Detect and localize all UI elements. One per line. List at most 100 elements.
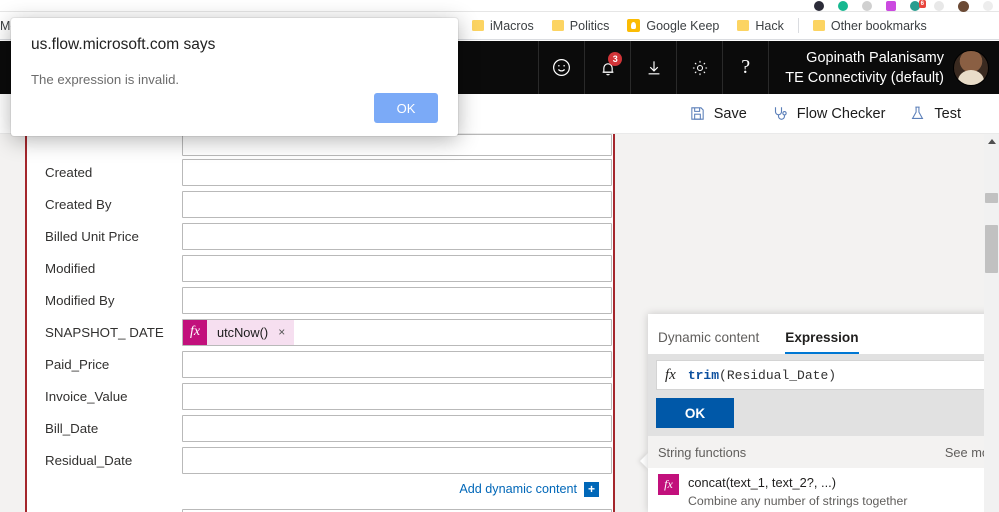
extension-icon-green[interactable] (838, 1, 848, 11)
page-scrollbar[interactable] (984, 134, 999, 512)
flow-checker-button[interactable]: Flow Checker (771, 105, 886, 123)
function-description-concat: Combine any number of strings together (688, 494, 908, 508)
form-row-modified: Modified (27, 252, 613, 284)
browser-profile-avatar[interactable] (958, 0, 969, 12)
expression-editor-area: fx trim(Residual_Date) OK (648, 354, 999, 436)
alert-title: us.flow.microsoft.com says (31, 36, 216, 53)
plus-icon[interactable]: + (584, 481, 599, 497)
settings-gear-icon[interactable] (676, 41, 722, 94)
test-button[interactable]: Test (909, 105, 961, 122)
field-input-modified[interactable] (182, 254, 612, 282)
bookmark-label: Politics (569, 18, 610, 33)
field-label-modified-by: Modified By (45, 292, 115, 308)
add-dynamic-content-row: Add dynamic content + (27, 476, 613, 502)
field-label-created-by: Created By (45, 196, 112, 212)
action-card: Created Created By Billed Unit Price Mod… (25, 134, 615, 512)
field-input-created-by[interactable] (182, 190, 612, 218)
bookmark-item-other-bookmarks[interactable]: Other bookmarks (804, 15, 936, 37)
bookmark-label: Hack (755, 18, 784, 33)
flow-checker-label: Flow Checker (796, 105, 886, 122)
tab-expression[interactable]: Expression (785, 330, 859, 354)
field-label-residual-date: Residual_Date (45, 452, 133, 468)
bookmark-item-hack[interactable]: Hack (728, 15, 792, 37)
form-row-invoice-value: Invoice_Value (27, 380, 613, 412)
field-input-created[interactable] (182, 158, 612, 186)
fx-icon: fx (658, 474, 679, 495)
form-row-bill-date: Bill_Date (27, 412, 613, 444)
folder-icon (551, 20, 564, 31)
fx-icon: fx (665, 366, 676, 383)
close-icon[interactable]: × (278, 325, 285, 339)
alert-ok-button[interactable]: OK (374, 93, 438, 123)
notifications-bell-icon[interactable]: 3 (584, 41, 630, 94)
form-row-created-by: Created By (27, 188, 613, 220)
test-label: Test (934, 105, 961, 122)
bookmark-item-politics[interactable]: Politics (543, 15, 619, 37)
browser-extension-strip: 6 (0, 0, 999, 12)
folder-icon (737, 20, 750, 31)
extension-icon-magenta[interactable] (886, 1, 896, 11)
notification-badge: 3 (608, 52, 623, 66)
download-icon[interactable] (630, 41, 676, 94)
scrollbar-thumb-secondary[interactable] (985, 225, 998, 273)
field-input-posting-date[interactable] (182, 508, 612, 512)
field-input-bill-date[interactable] (182, 414, 612, 442)
expression-function-args: (Residual_Date) (719, 367, 837, 383)
field-input-paid-price[interactable] (182, 350, 612, 378)
save-button[interactable]: Save (689, 105, 747, 122)
expression-input[interactable]: fx trim(Residual_Date) (656, 360, 991, 390)
extension-icon-dark[interactable] (814, 1, 824, 11)
javascript-alert-dialog: us.flow.microsoft.com says The expressio… (11, 18, 458, 136)
form-row-modified-by: Modified By (27, 284, 613, 316)
form-row-hidden (27, 134, 613, 156)
function-name-concat: concat(text_1, text_2?, ...) (688, 475, 836, 490)
action-card-fields: Created Created By Billed Unit Price Mod… (27, 134, 613, 512)
feedback-smiley-icon[interactable] (538, 41, 584, 94)
form-row-created: Created (27, 156, 613, 188)
flyout-tabs: Dynamic content Expression (648, 314, 999, 354)
field-input-residual-date[interactable] (182, 446, 612, 474)
field-input-billed-unit-price[interactable] (182, 222, 612, 250)
field-input-hidden[interactable] (182, 134, 612, 156)
string-functions-header: String functions See mo (648, 436, 999, 468)
function-list-item-concat[interactable]: fx concat(text_1, text_2?, ...) Combine … (648, 468, 999, 510)
extension-icon-grey[interactable] (862, 1, 872, 11)
expression-token-utcnow[interactable]: utcNow() × (207, 319, 295, 345)
field-label-billed-unit-price: Billed Unit Price (45, 228, 139, 244)
user-account-menu[interactable]: Gopinath Palanisamy TE Connectivity (def… (768, 41, 999, 94)
folder-icon (472, 20, 485, 31)
help-question-icon[interactable]: ? (722, 41, 768, 94)
extension-icon-pale[interactable] (934, 1, 944, 11)
bookmark-label: iMacros (490, 18, 534, 33)
form-row-paid-price: Paid_Price (27, 348, 613, 380)
avatar[interactable] (953, 49, 989, 86)
bookmark-label: Google Keep (646, 18, 720, 33)
save-label: Save (713, 105, 747, 122)
keep-icon (627, 19, 641, 32)
string-functions-title: String functions (658, 444, 747, 460)
bookmark-item-imacros[interactable]: iMacros (463, 15, 543, 37)
field-input-snapshot-date[interactable]: fx utcNow() × (182, 318, 612, 346)
field-input-invoice-value[interactable] (182, 382, 612, 410)
scrollbar-thumb[interactable] (985, 193, 998, 203)
expression-fx-icon: fx (183, 319, 207, 345)
field-input-modified-by[interactable] (182, 286, 612, 314)
tab-dynamic-content[interactable]: Dynamic content (658, 330, 759, 354)
bookmark-label: Other bookmarks (830, 18, 927, 33)
form-row-billed-unit-price: Billed Unit Price (27, 220, 613, 252)
expression-input-value: trim(Residual_Date) (688, 368, 836, 383)
scroll-up-arrow-icon[interactable] (984, 134, 999, 149)
add-dynamic-content-link[interactable]: Add dynamic content (459, 482, 577, 496)
field-label-paid-price: Paid_Price (45, 356, 110, 372)
see-more-link[interactable]: See mo (945, 445, 989, 460)
extension-icon-badged[interactable]: 6 (910, 0, 926, 11)
form-row-posting-date: Posting_Date (27, 506, 613, 512)
field-label-created: Created (45, 164, 93, 180)
browser-window: Created Created By Billed Unit Price Mod… (0, 0, 999, 512)
field-label-snapshot-date: SNAPSHOT_ DATE (45, 324, 164, 340)
browser-menu-icon[interactable] (983, 1, 993, 11)
expression-ok-button[interactable]: OK (656, 398, 734, 428)
user-organization: TE Connectivity (default) (785, 69, 944, 86)
bookmark-item-google-keep[interactable]: Google Keep (618, 15, 728, 37)
bookmarks-divider (797, 18, 799, 33)
